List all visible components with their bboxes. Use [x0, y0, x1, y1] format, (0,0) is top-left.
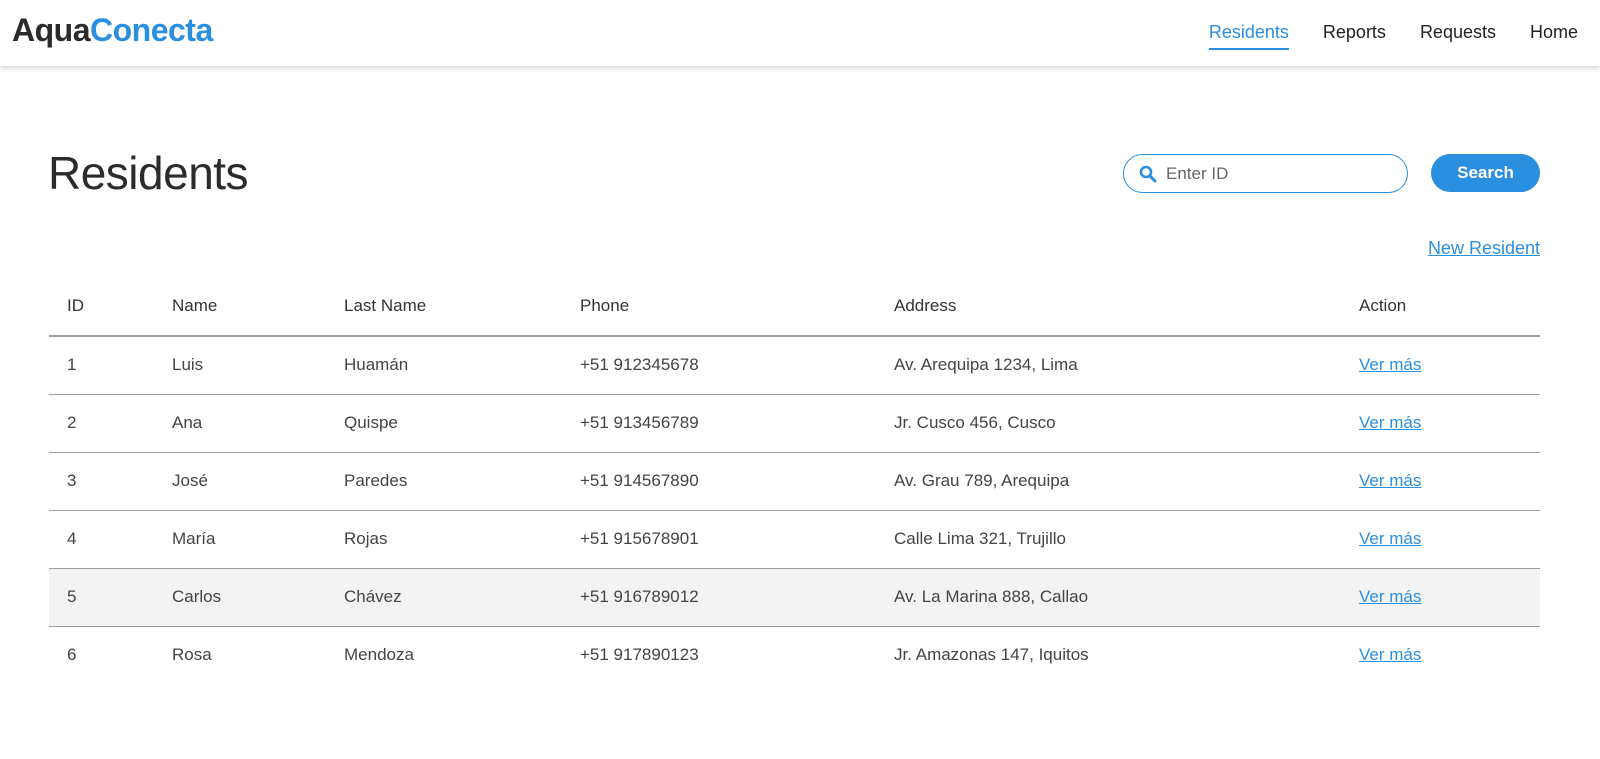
cell-name: Luis: [154, 336, 326, 395]
cell-last-name: Huamán: [326, 336, 562, 395]
cell-address: Av. Arequipa 1234, Lima: [876, 336, 1341, 395]
search-box: [1123, 154, 1408, 193]
residents-table: ID Name Last Name Phone Address Action 1…: [49, 277, 1540, 684]
view-more-link[interactable]: Ver más: [1359, 355, 1421, 374]
view-more-link[interactable]: Ver más: [1359, 587, 1421, 606]
cell-name: María: [154, 510, 326, 569]
table-header-row: ID Name Last Name Phone Address Action: [49, 277, 1540, 337]
column-header-last-name: Last Name: [326, 277, 562, 337]
cell-last-name: Paredes: [326, 452, 562, 511]
table-row: 6 Rosa Mendoza +51 917890123 Jr. Amazona…: [49, 626, 1540, 684]
table-row: 2 Ana Quispe +51 913456789 Jr. Cusco 456…: [49, 394, 1540, 453]
search-icon: [1139, 165, 1157, 183]
cell-last-name: Chávez: [326, 568, 562, 627]
cell-action: Ver más: [1341, 394, 1540, 453]
top-navbar: AquaConecta Residents Reports Requests H…: [0, 0, 1600, 67]
column-header-action: Action: [1341, 277, 1540, 337]
view-more-link[interactable]: Ver más: [1359, 645, 1421, 664]
cell-id: 1: [49, 336, 154, 395]
column-header-name: Name: [154, 277, 326, 337]
cell-id: 5: [49, 568, 154, 627]
cell-phone: +51 916789012: [562, 568, 876, 627]
cell-phone: +51 913456789: [562, 394, 876, 453]
cell-name: José: [154, 452, 326, 511]
logo-text-aqua: Aqua: [12, 12, 91, 48]
search-button[interactable]: Search: [1431, 154, 1540, 192]
cell-id: 4: [49, 510, 154, 569]
view-more-link[interactable]: Ver más: [1359, 471, 1421, 490]
cell-last-name: Mendoza: [344, 645, 414, 665]
app-logo[interactable]: AquaConecta: [12, 12, 213, 49]
cell-name: Ana: [154, 394, 326, 453]
table-row: 3 José Paredes +51 914567890 Av. Grau 78…: [49, 452, 1540, 511]
table-row-highlighted: 5 Carlos Chávez +51 916789012 Av. La Mar…: [49, 568, 1540, 627]
cell-action: Ver más: [1341, 452, 1540, 511]
nav-reports[interactable]: Reports: [1323, 22, 1386, 50]
page-title: Residents: [48, 147, 249, 199]
table-row: 4 María Rojas +51 915678901 Calle Lima 3…: [49, 510, 1540, 569]
cell-phone: +51 915678901: [562, 510, 876, 569]
main-nav: Residents Reports Requests Home: [1175, 22, 1578, 50]
view-more-link[interactable]: Ver más: [1359, 413, 1421, 432]
cell-phone: +51 917890123: [580, 645, 699, 665]
cell-action: Ver más: [1341, 510, 1540, 569]
cell-action: Ver más: [1341, 626, 1540, 684]
column-header-phone: Phone: [562, 277, 876, 337]
logo-text-conecta: Conecta: [90, 12, 213, 48]
cell-action: Ver más: [1341, 568, 1540, 627]
cell-address: Av. La Marina 888, Callao: [876, 568, 1341, 627]
cell-address: Jr. Cusco 456, Cusco: [876, 394, 1341, 453]
view-more-link[interactable]: Ver más: [1359, 529, 1421, 548]
cell-name: Carlos: [154, 568, 326, 627]
cell-last-name: Rojas: [326, 510, 562, 569]
column-header-id: ID: [49, 277, 154, 337]
cell-last-name: Quispe: [326, 394, 562, 453]
nav-home[interactable]: Home: [1530, 22, 1578, 50]
cell-id: 2: [49, 394, 154, 453]
column-header-address: Address: [876, 277, 1341, 337]
cell-action: Ver más: [1341, 336, 1540, 395]
nav-requests[interactable]: Requests: [1420, 22, 1496, 50]
cell-address: Calle Lima 321, Trujillo: [876, 510, 1341, 569]
cell-id: 3: [49, 452, 154, 511]
search-input[interactable]: [1166, 161, 1396, 187]
cell-phone: +51 914567890: [562, 452, 876, 511]
nav-residents[interactable]: Residents: [1208, 22, 1289, 50]
cell-id: 6: [67, 645, 77, 665]
new-resident-link[interactable]: New Resident: [1428, 238, 1540, 259]
table-row: 1 Luis Huamán +51 912345678 Av. Arequipa…: [49, 336, 1540, 395]
cell-address: Av. Grau 789, Arequipa: [876, 452, 1341, 511]
cell-name: Rosa: [172, 645, 212, 665]
cell-address: Jr. Amazonas 147, Iquitos: [894, 645, 1089, 665]
cell-phone: +51 912345678: [562, 336, 876, 395]
